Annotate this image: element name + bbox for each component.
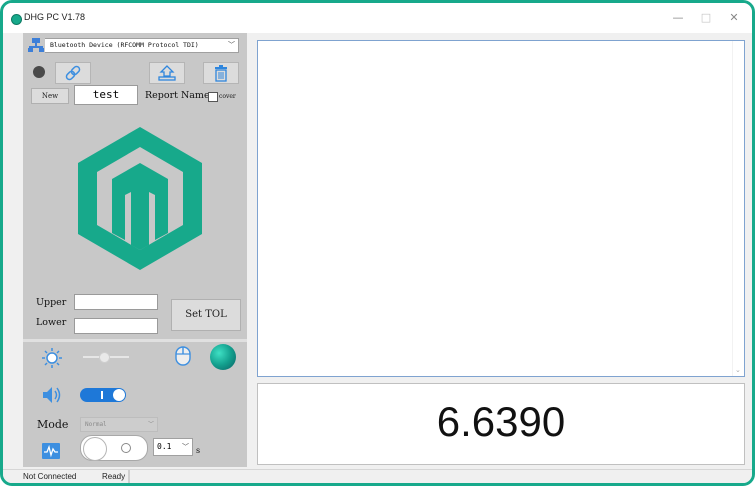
device-select-value: Bluetooth Device (RFCOMM Protocol TDI)	[50, 41, 199, 49]
network-icon	[27, 37, 45, 53]
log-scrollbar[interactable]: ⌄	[732, 41, 744, 376]
connection-status: Not Connected	[23, 472, 77, 481]
brightness-slider-handle[interactable]	[99, 352, 110, 363]
cover-checkbox[interactable]	[208, 92, 218, 102]
reading-value: 6.6390	[436, 398, 566, 445]
sound-toggle-knob	[113, 389, 125, 401]
export-button[interactable]	[149, 62, 185, 84]
chevron-down-icon: ﹀	[182, 443, 189, 451]
new-report-button[interactable]: New	[31, 88, 69, 104]
upload-icon	[158, 65, 176, 81]
chevron-down-icon: ﹀	[228, 41, 235, 49]
app-icon	[11, 14, 22, 25]
maximize-button[interactable]: □	[695, 9, 717, 27]
interval-unit-label: s	[196, 446, 201, 455]
connect-button[interactable]	[55, 62, 91, 84]
report-name-input[interactable]: test	[74, 85, 138, 105]
waveform-icon	[42, 443, 60, 459]
cover-label: cover	[219, 93, 236, 100]
report-name-label: Report Name	[145, 90, 210, 101]
interval-select-value: 0.1	[157, 442, 172, 451]
link-icon	[65, 65, 81, 81]
mouse-icon[interactable]	[173, 345, 193, 367]
mode-select-value: Normal	[85, 421, 107, 428]
window-title: DHG PC V1.78	[24, 12, 86, 22]
measurement-log-area[interactable]: ⌄	[257, 40, 745, 377]
panel-divider	[23, 339, 247, 342]
minimize-button[interactable]: —	[667, 9, 689, 27]
title-bar: DHG PC V1.78 — □ ✕	[3, 3, 752, 33]
chevron-down-icon: ﹀	[147, 421, 154, 428]
upper-label: Upper	[36, 297, 67, 308]
set-tolerance-button[interactable]: Set TOL	[171, 299, 241, 331]
lower-tolerance-input[interactable]	[74, 318, 158, 334]
delete-button[interactable]	[203, 62, 239, 84]
app-window: DHG PC V1.78 — □ ✕ Bluetooth Device (RFC…	[0, 0, 755, 486]
speaker-icon	[43, 387, 61, 403]
status-bar: Not Connected Ready	[3, 469, 752, 483]
mode-label: Mode	[37, 418, 69, 431]
color-indicator[interactable]	[210, 344, 236, 370]
mode-select[interactable]: Normal ﹀	[80, 417, 158, 432]
upper-tolerance-input[interactable]	[74, 294, 158, 310]
company-logo	[78, 127, 202, 270]
device-select[interactable]: Bluetooth Device (RFCOMM Protocol TDI) ﹀	[27, 37, 239, 53]
ready-status: Ready	[102, 472, 126, 481]
brightness-icon	[42, 348, 62, 368]
auto-record-toggle[interactable]	[80, 435, 148, 461]
control-panel: Bluetooth Device (RFCOMM Protocol TDI) ﹀	[23, 33, 247, 467]
reading-display: 6.6390	[257, 383, 745, 465]
lower-label: Lower	[36, 317, 67, 328]
scroll-down-icon[interactable]: ⌄	[735, 366, 741, 374]
close-button[interactable]: ✕	[723, 9, 745, 27]
trash-icon	[215, 65, 227, 82]
connection-indicator	[33, 66, 45, 78]
auto-record-toggle-knob	[83, 437, 107, 461]
sound-toggle[interactable]	[80, 388, 126, 402]
interval-select[interactable]: 0.1 ﹀	[153, 438, 193, 456]
